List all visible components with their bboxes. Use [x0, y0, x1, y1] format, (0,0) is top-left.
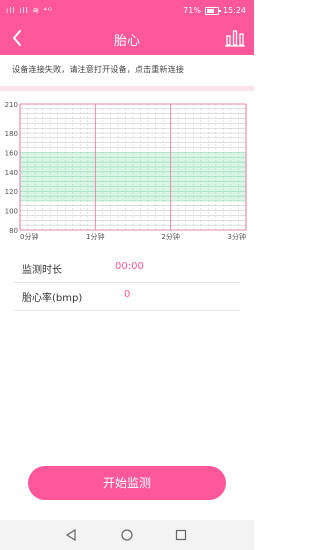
y-tick-label: 140 [5, 169, 18, 177]
x-tick-label: 3分钟 [228, 232, 246, 241]
heart-rate-value: 0 [124, 289, 131, 300]
y-tick-label: 80 [9, 227, 18, 235]
bar-chart-icon [225, 30, 245, 47]
page-title: 胎心 [113, 34, 140, 49]
battery-icon [204, 6, 221, 15]
divider [0, 86, 254, 91]
clock: 15:24 [222, 6, 246, 15]
system-nav-bar [0, 520, 254, 550]
square-recent-icon[interactable] [174, 528, 188, 542]
x-tick-label: 0分钟 [20, 232, 38, 241]
y-tick-label: 180 [5, 130, 18, 138]
y-tick-label: 160 [5, 149, 18, 157]
status-right: 71% 15:24 [183, 6, 246, 15]
y-tick-label: 210 [5, 101, 18, 109]
duration-value: 00:00 [115, 261, 144, 272]
x-tick-label: 2分钟 [161, 232, 179, 241]
connection-notice[interactable]: 设备连接失败，请注意打开设备，点击重新连接 [12, 63, 184, 75]
battery-percent: 71% [183, 6, 201, 15]
duration-row: 监测时长 00:00 [14, 256, 240, 283]
chart-canvas: 80 100 120 140 160 180 210 0分钟 1分钟 2分钟 3分钟 [5, 101, 247, 241]
heart-rate-label: 胎心率(bmp) [22, 293, 83, 304]
duration-label: 监测时长 [22, 265, 62, 276]
triangle-back-icon[interactable] [64, 528, 78, 542]
start-monitoring-button[interactable]: 开始监测 [28, 466, 226, 500]
fetal-heart-chart: 80 100 120 140 160 180 210 0分钟 1分钟 2分钟 3分钟 [0, 96, 254, 246]
y-tick-label: 120 [5, 188, 18, 196]
stats-button[interactable] [224, 27, 246, 49]
circle-home-icon[interactable] [120, 528, 134, 542]
signal-icons: ıll ıll ≋ ⁴ᴳ [6, 6, 53, 15]
top-navbar: 胎心 [0, 22, 254, 55]
x-tick-label: 1分钟 [86, 232, 104, 241]
heart-rate-row: 胎心率(bmp) 0 [14, 284, 240, 311]
status-bar: ıll ıll ≋ ⁴ᴳ 71% 15:24 [0, 0, 254, 22]
y-tick-label: 100 [5, 208, 18, 216]
